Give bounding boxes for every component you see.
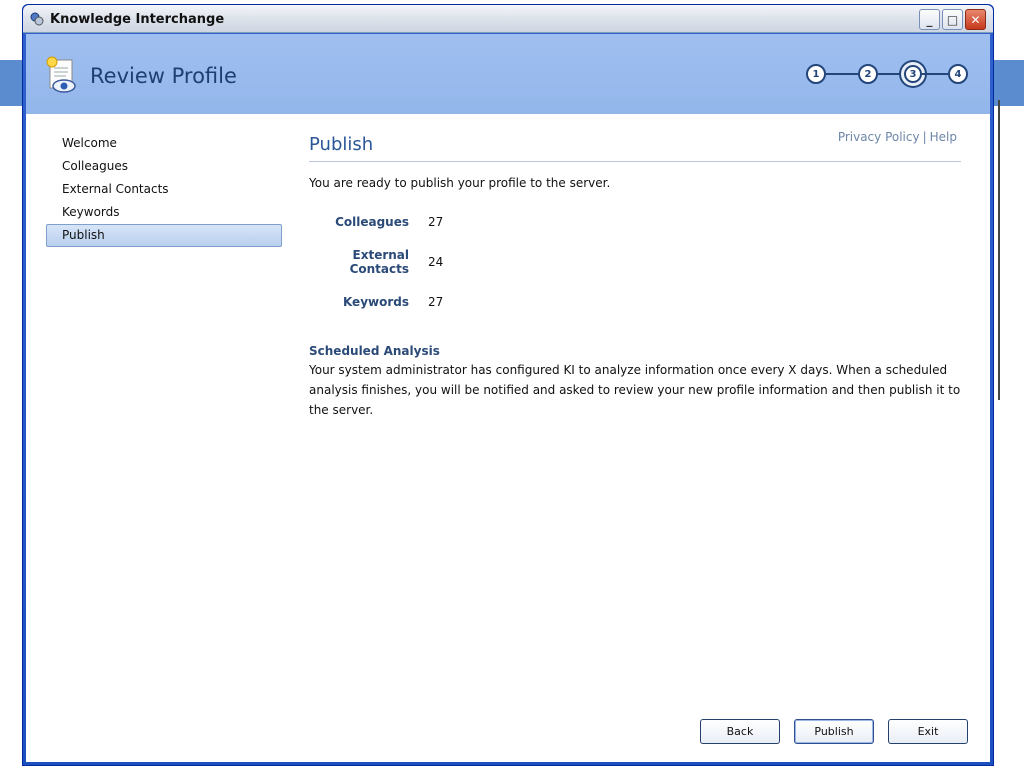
stat-value: 27 — [428, 215, 444, 229]
sidebar-nav: Welcome Colleagues External Contacts Key… — [46, 132, 282, 247]
intro-text: You are ready to publish your profile to… — [309, 176, 611, 190]
section-title: Publish — [309, 134, 961, 162]
back-button[interactable]: Back — [700, 719, 780, 744]
stat-label: Keywords — [342, 295, 409, 309]
exit-button[interactable]: Exit — [888, 719, 968, 744]
sidebar-item-publish[interactable]: Publish — [46, 224, 282, 247]
title-bar[interactable]: Knowledge Interchange _ □ ✕ — [23, 5, 993, 33]
background-window-edge — [998, 100, 1000, 400]
step-indicator-2[interactable]: 2 — [858, 64, 878, 84]
app-window: Knowledge Interchange _ □ ✕ Review Profi… — [22, 4, 994, 766]
window-title: Knowledge Interchange — [50, 11, 225, 27]
sidebar-item-colleagues[interactable]: Colleagues — [46, 155, 282, 178]
wizard-buttons: Back Publish Exit — [700, 719, 968, 744]
app-icon — [28, 10, 46, 28]
page-title: Review Profile — [90, 64, 237, 88]
step-connector — [922, 73, 948, 75]
stat-row-colleagues: Colleagues 27 — [309, 202, 961, 242]
review-profile-icon — [46, 56, 76, 93]
sidebar-item-welcome[interactable]: Welcome — [46, 132, 282, 155]
step-connector — [878, 73, 904, 75]
wizard-steps: 1 2 3 4 — [806, 64, 968, 84]
close-button[interactable]: ✕ — [965, 9, 986, 30]
window-client: Review Profile 1 2 3 4 Welcome Colleague… — [26, 34, 990, 762]
stat-value: 27 — [428, 295, 444, 309]
stats-list: Colleagues 27 External Contacts 24 Keywo… — [309, 202, 961, 322]
main-content: Publish You are ready to publish your pr… — [309, 132, 961, 420]
stat-row-keywords: Keywords 27 — [309, 282, 961, 322]
maximize-button[interactable]: □ — [942, 9, 963, 30]
stat-label: Colleagues — [335, 215, 409, 229]
stat-value: 24 — [428, 255, 444, 269]
minimize-icon: _ — [926, 12, 933, 27]
sidebar-item-keywords[interactable]: Keywords — [46, 201, 282, 224]
step-indicator-4[interactable]: 4 — [948, 64, 968, 84]
stat-label: External Contacts — [349, 248, 409, 276]
scheduled-analysis-text: Your system administrator has configured… — [309, 363, 961, 417]
close-icon: ✕ — [970, 12, 981, 27]
step-indicator-1[interactable]: 1 — [806, 64, 826, 84]
scheduled-analysis-heading: Scheduled Analysis — [309, 344, 440, 358]
step-connector — [826, 73, 858, 75]
maximize-icon: □ — [946, 12, 959, 27]
sidebar-item-external-contacts[interactable]: External Contacts — [46, 178, 282, 201]
step-indicator-3[interactable]: 3 — [904, 65, 922, 83]
stat-row-external-contacts: External Contacts 24 — [309, 242, 961, 282]
publish-button[interactable]: Publish — [794, 719, 874, 744]
wizard-header: Review Profile 1 2 3 4 — [26, 34, 990, 114]
minimize-button[interactable]: _ — [919, 9, 940, 30]
